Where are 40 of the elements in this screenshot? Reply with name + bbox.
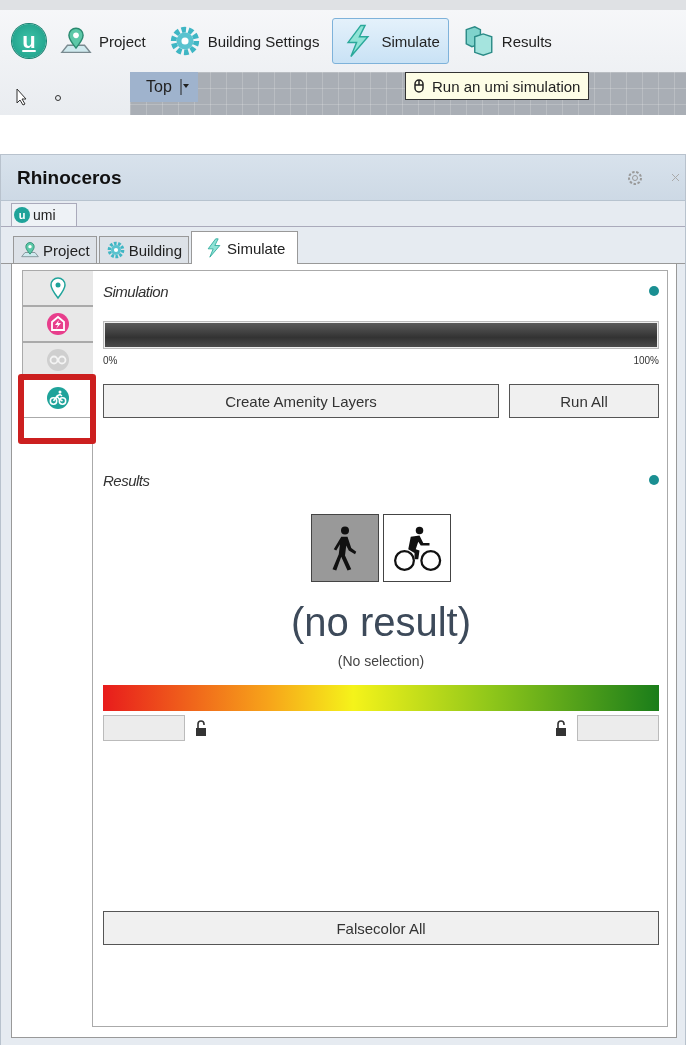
panel-title: Rhinoceros bbox=[17, 166, 123, 189]
mode-toggle[interactable] bbox=[311, 514, 379, 582]
gear-icon[interactable] bbox=[105, 240, 126, 260]
sidebar-button[interactable] bbox=[22, 306, 93, 342]
house-lightning-icon[interactable] bbox=[46, 312, 70, 336]
section-title: Simulation bbox=[103, 282, 169, 300]
unlocked-lock-icon[interactable] bbox=[555, 720, 567, 736]
point-icon[interactable] bbox=[54, 94, 62, 102]
selection-status: (No selection) bbox=[336, 653, 426, 669]
section-title: Results bbox=[103, 471, 150, 489]
pointer-icon[interactable] bbox=[16, 88, 28, 106]
map-pin-icon[interactable] bbox=[20, 240, 40, 260]
toolbar-button[interactable]: Building Settings bbox=[158, 18, 329, 64]
result-heading: (no result) bbox=[289, 600, 473, 645]
toolbar-button[interactable]: Simulate bbox=[332, 18, 449, 64]
settings-icon[interactable] bbox=[626, 168, 644, 187]
bicycle-icon[interactable] bbox=[46, 386, 70, 410]
run-all-button[interactable]: Run All bbox=[509, 384, 659, 418]
create-layers-button[interactable]: Create Amenity Layers bbox=[103, 384, 499, 418]
unlocked-lock-icon[interactable] bbox=[195, 720, 207, 736]
falsecolor-button[interactable]: Falsecolor All bbox=[103, 911, 659, 945]
logo-icon: u bbox=[14, 207, 30, 223]
tab[interactable]: Simulate bbox=[191, 231, 299, 264]
min-value-field[interactable] bbox=[103, 715, 185, 741]
plugin-tab[interactable]: u umi bbox=[11, 203, 77, 226]
progress-min-label: 0% bbox=[103, 355, 118, 366]
progress-max-label: 100% bbox=[633, 355, 659, 366]
help-icon[interactable] bbox=[649, 286, 659, 296]
dropdown-icon[interactable] bbox=[179, 79, 190, 95]
mode-toggle[interactable] bbox=[383, 514, 451, 582]
tooltip-text: Run an umi simulation bbox=[432, 77, 581, 95]
mouse-icon bbox=[414, 79, 424, 93]
toolbar-button[interactable]: Results bbox=[452, 18, 561, 64]
viewport-tab[interactable]: Top bbox=[130, 72, 198, 102]
tab[interactable]: Building bbox=[98, 236, 190, 263]
max-value-field[interactable] bbox=[577, 715, 659, 741]
sidebar-button[interactable] bbox=[22, 270, 93, 306]
toolbar-button[interactable]: Project bbox=[50, 18, 155, 64]
tab[interactable]: Project bbox=[13, 236, 97, 263]
help-icon[interactable] bbox=[649, 475, 659, 485]
